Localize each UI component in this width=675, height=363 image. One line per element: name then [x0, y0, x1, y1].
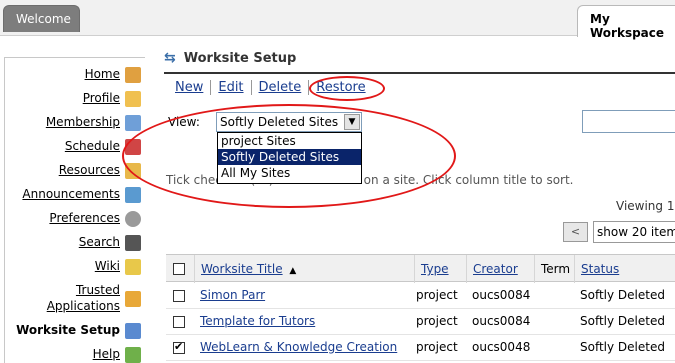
row-checkbox[interactable]: [173, 340, 185, 354]
tool-label: Profile: [82, 91, 120, 105]
previous-page-button[interactable]: <: [563, 222, 588, 242]
help-icon: [125, 347, 141, 363]
column-type[interactable]: Type: [414, 255, 466, 283]
site-title[interactable]: Simon Parr: [200, 288, 265, 302]
tool-label: Trusted Applications: [46, 283, 120, 313]
row-checkbox[interactable]: [173, 316, 185, 328]
trusted-apps-icon: [125, 291, 141, 307]
site-status: Softly Deleted: [580, 288, 665, 302]
tool-trusted-applications[interactable]: Trusted Applications: [40, 282, 141, 314]
table-header: Worksite Title ▲ Type Creator Term Statu…: [166, 254, 675, 283]
sort-ascending-icon: ▲: [289, 266, 297, 276]
tool-label: Worksite Setup: [16, 323, 120, 337]
column-title-link[interactable]: Status: [581, 262, 619, 276]
row-checkbox[interactable]: [173, 290, 185, 302]
site-title-link[interactable]: WebLearn & Knowledge Creation: [200, 340, 397, 354]
tool-preferences[interactable]: Preferences: [49, 210, 141, 227]
site-title[interactable]: WebLearn & Knowledge Creation: [200, 340, 397, 354]
site-type: project: [416, 314, 458, 328]
tool-membership[interactable]: Membership: [46, 114, 141, 131]
tool-label: Membership: [45, 115, 120, 129]
tool-help[interactable]: Help: [93, 346, 141, 363]
column-term: Term: [534, 255, 574, 283]
tool-search[interactable]: Search: [79, 234, 141, 251]
profile-icon: [125, 91, 141, 107]
site-type: project: [416, 340, 458, 354]
column-creator[interactable]: Creator: [466, 255, 534, 283]
search-input[interactable]: [582, 110, 675, 133]
restore-highlight-ellipse: [309, 76, 385, 101]
tool-home[interactable]: Home: [85, 66, 141, 83]
tool-worksite-setup[interactable]: Worksite Setup: [16, 322, 141, 339]
tool-label: Home: [84, 67, 120, 81]
site-creator: oucs0084: [472, 314, 531, 328]
site-creator: oucs0048: [472, 340, 531, 354]
worksite-setup-icon: [125, 323, 141, 339]
tool-label: Search: [78, 235, 120, 249]
gear-icon: [125, 211, 141, 227]
tool-label: Preferences: [49, 211, 120, 225]
site-status: Softly Deleted: [580, 340, 665, 354]
title-divider: [164, 72, 675, 74]
swap-arrows-icon: ⇆: [164, 50, 176, 66]
binoculars-icon: [125, 235, 141, 251]
column-worksite-title[interactable]: Worksite Title ▲: [194, 255, 414, 283]
membership-icon: [125, 115, 141, 131]
tool-label: Wiki: [94, 259, 120, 273]
site-creator: oucs0084: [472, 288, 531, 302]
site-tab-bar: Welcome My Workspace: [0, 0, 675, 40]
home-icon: [125, 67, 141, 83]
wiki-icon: [125, 259, 141, 275]
view-dropdown-highlight-ellipse: [122, 104, 456, 208]
announcements-icon: [125, 187, 141, 203]
site-title-link[interactable]: Template for Tutors: [200, 314, 315, 328]
new-link[interactable]: New: [175, 80, 210, 95]
site-type: project: [416, 288, 458, 302]
column-title-link[interactable]: Type: [421, 262, 449, 276]
site-title[interactable]: Template for Tutors: [200, 314, 315, 328]
column-status[interactable]: Status: [574, 255, 675, 283]
tab-welcome[interactable]: Welcome: [3, 5, 80, 32]
table-row: Template for Tutors project oucs0084 Sof…: [166, 309, 675, 335]
column-title-link[interactable]: Creator: [473, 262, 518, 276]
delete-link[interactable]: Delete: [250, 80, 309, 95]
site-status: Softly Deleted: [580, 314, 665, 328]
edit-link[interactable]: Edit: [210, 80, 250, 95]
tool-profile[interactable]: Profile: [83, 90, 141, 107]
tool-menu: Home Profile Membership Schedule Resourc…: [4, 57, 145, 363]
select-all-checkbox[interactable]: [173, 263, 185, 275]
tool-wiki[interactable]: Wiki: [95, 258, 141, 275]
tool-label: Announcements: [22, 187, 120, 201]
page-header: ⇆ Worksite Setup: [164, 50, 296, 66]
tool-label: Help: [92, 347, 120, 361]
tab-my-workspace[interactable]: My Workspace: [577, 5, 675, 40]
page-title: Worksite Setup: [183, 50, 297, 66]
column-title-link[interactable]: Worksite Title: [201, 262, 283, 276]
site-title-link[interactable]: Simon Parr: [200, 288, 265, 302]
table-row: Simon Parr project oucs0084 Softly Delet…: [166, 283, 675, 309]
viewing-range: Viewing 1 -: [616, 199, 675, 213]
tool-label: Resources: [58, 163, 120, 177]
table-row: WebLearn & Knowledge Creation project ou…: [166, 335, 675, 361]
tool-announcements[interactable]: Announcements: [22, 186, 141, 203]
page-size-select[interactable]: show 20 items...: [593, 221, 675, 243]
tool-label: Schedule: [64, 139, 120, 153]
